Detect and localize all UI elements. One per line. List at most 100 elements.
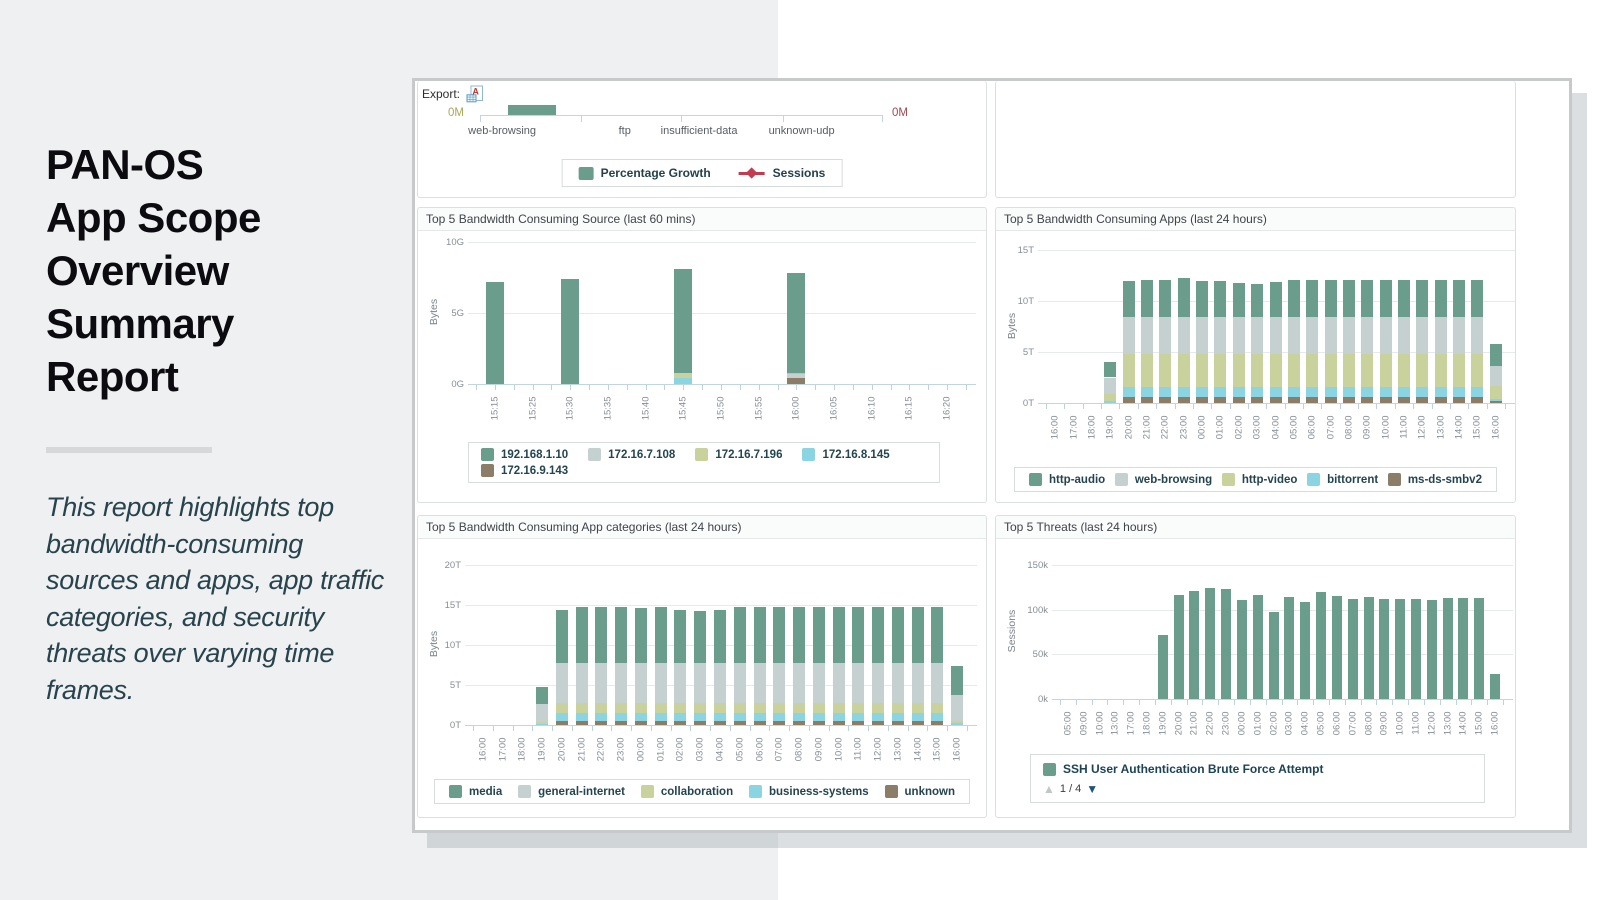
legend-label: general-internet [538, 786, 625, 798]
chart-title: Top 5 Threats (last 24 hours) [996, 516, 1515, 539]
legend-item: media [449, 785, 502, 798]
page-title-line: PAN-OS [46, 138, 391, 191]
bar-segment [1178, 317, 1190, 354]
bar-segment [694, 703, 706, 713]
axis-tick [1250, 700, 1251, 705]
axis-tick [721, 385, 722, 390]
bar-segment [1443, 598, 1453, 699]
axis-tick [570, 385, 571, 390]
legend-swatch-icon [1029, 473, 1042, 486]
bar-segment [754, 663, 766, 704]
bar-segment [833, 721, 845, 725]
bar-segment [1178, 278, 1190, 318]
axis-tick [848, 726, 849, 731]
axis-tick [532, 726, 533, 731]
legend-item: http-audio [1029, 473, 1105, 486]
axis-tick [967, 726, 968, 731]
bar-segment [1159, 354, 1171, 387]
bar-segment [1474, 598, 1484, 699]
axis-tick [882, 115, 883, 122]
percentage-growth-swatch-icon [579, 167, 594, 180]
bar-segment [931, 607, 943, 662]
y-tick-label: 0T [1010, 398, 1034, 409]
page-up-icon[interactable]: ▲ [1043, 782, 1055, 796]
bar-segment [1189, 591, 1199, 699]
axis-tick [589, 385, 590, 390]
x-tick-label: 13:00 [1110, 712, 1121, 746]
x-tick-label: 09:00 [813, 738, 824, 772]
chart-title: Top 5 Bandwidth Consuming App categories… [418, 516, 986, 539]
x-tick-label: 16:20 [942, 397, 953, 431]
y-tick-label: 100k [1010, 605, 1048, 616]
x-tick-label: 07:00 [774, 738, 785, 772]
bar-segment [576, 607, 588, 662]
x-axis-line [1038, 403, 1515, 404]
bar-segment [872, 663, 884, 704]
axis-tick [740, 385, 741, 390]
legend-swatch-icon [588, 448, 601, 461]
legend-item: SSH User Authentication Brute Force Atte… [1043, 762, 1472, 776]
axis-tick [730, 726, 731, 731]
axis-tick [1266, 404, 1267, 409]
legend-item: general-internet [518, 785, 625, 798]
bar-segment [1159, 397, 1171, 403]
axis-tick [783, 115, 784, 122]
axis-tick [710, 726, 711, 731]
bar-segment [1490, 674, 1500, 699]
x-axis-line [468, 384, 976, 385]
bar-segment [754, 703, 766, 713]
x-tick-label: 21:00 [576, 738, 587, 772]
axis-tick [1408, 700, 1409, 705]
axis-tick [683, 385, 684, 390]
bar-segment [1416, 387, 1428, 397]
legend-swatch-icon [885, 785, 898, 798]
legend-label: web-browsing [1135, 474, 1212, 486]
axis-tick [872, 385, 873, 390]
page-down-icon[interactable]: ▼ [1086, 782, 1098, 796]
x-axis-line [465, 725, 977, 726]
axis-tick [759, 385, 760, 390]
axis-tick [1156, 404, 1157, 409]
bar-segment [1123, 354, 1135, 387]
legend-swatch-icon [1222, 473, 1235, 486]
bar-segment [1380, 354, 1392, 387]
bar-segment [1159, 317, 1171, 354]
bar-segment [1306, 280, 1318, 318]
bar-segment [714, 721, 726, 725]
axis-tick [480, 115, 481, 122]
legend-item: 172.16.8.145 [802, 448, 889, 461]
bar-segment [674, 378, 692, 384]
bar-segment [556, 610, 568, 663]
bar-segment [1398, 280, 1410, 318]
x-tick-label: 02:00 [675, 738, 686, 772]
bar-segment [556, 703, 568, 713]
legend-item: 192.168.1.10 [481, 448, 568, 461]
bar-segment [833, 703, 845, 713]
bar-segment [1471, 397, 1483, 403]
bar-segment [1306, 317, 1318, 354]
axis-tick [1376, 404, 1377, 409]
legend-label: 172.16.8.145 [822, 449, 889, 461]
bar-segment [793, 703, 805, 713]
bar-segment [787, 373, 805, 374]
bar-segment [1490, 399, 1502, 401]
bar-segment [1453, 280, 1465, 318]
bar-segment [615, 703, 627, 713]
bar-segment [892, 663, 904, 704]
bar-segment [576, 713, 588, 721]
bar-segment [1237, 600, 1247, 699]
bar-segment [486, 282, 504, 384]
pdf-export-icon[interactable]: A [466, 85, 484, 103]
bar-segment [1411, 599, 1421, 699]
bar-segment [1435, 397, 1447, 403]
y-tick-label: 5T [432, 680, 461, 691]
x-tick-label: 00:00 [635, 738, 646, 772]
bar-segment [635, 703, 647, 713]
x-tick-label: 15:30 [565, 397, 576, 431]
x-tick-label: 08:00 [1343, 416, 1354, 450]
x-tick-label: 15:45 [678, 397, 689, 431]
bar-segment [1104, 378, 1116, 394]
x-tick-label: 12:00 [1426, 712, 1437, 746]
axis-tick [927, 726, 928, 731]
bar-segment [615, 721, 627, 725]
